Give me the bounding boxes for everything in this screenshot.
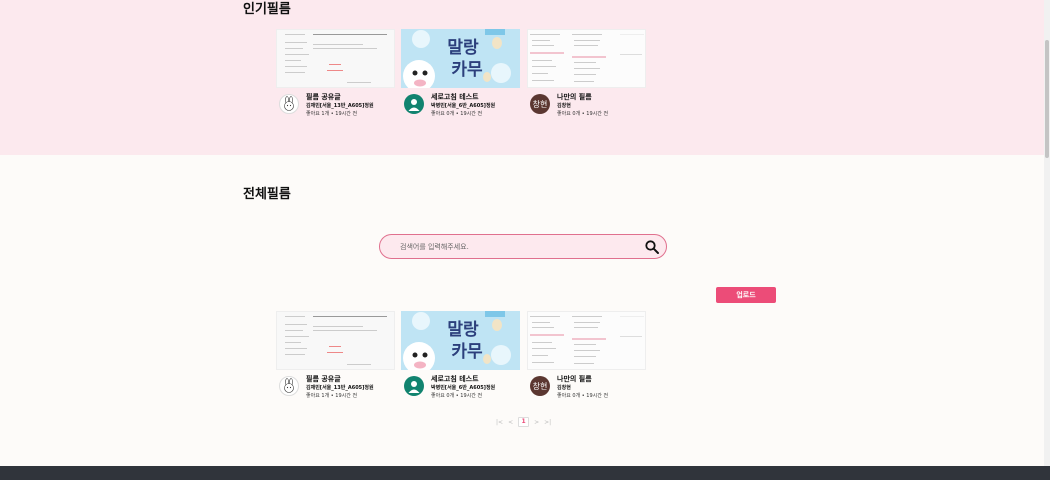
next-page-button[interactable]: > (534, 419, 539, 426)
card-author: 김창현 (557, 385, 571, 391)
card-thumbnail[interactable] (527, 311, 646, 370)
scrollbar-thumb[interactable] (1045, 40, 1049, 158)
all-title: 전체필름 (243, 187, 291, 202)
film-card[interactable]: 필름 공유글 김재민[서울_13반_A605]정원 좋아요 1개 • 19시간 … (276, 311, 395, 405)
film-card[interactable]: 말랑 카무 세로고침 테스트 박병민[서울_6반_A605]정원 좋아요 0개 … (401, 311, 520, 405)
film-card[interactable]: 창현 나만의 필름 김창현 좋아요 0개 • 19시간 전 (527, 311, 646, 405)
card-title[interactable]: 세로고침 테스트 (431, 92, 479, 102)
poster-image: 말랑 카무 (403, 29, 511, 88)
popular-section: 인기필름 필름 공유글 김재민[서울_13반_A605]정원 좋아요 1개 • … (0, 0, 1050, 155)
bunny-avatar-icon (279, 94, 299, 114)
poster-title-line1: 말랑 (447, 319, 479, 340)
poster-title-line1: 말랑 (447, 37, 479, 58)
card-thumbnail[interactable] (276, 29, 395, 88)
card-stats: 좋아요 1개 • 19시간 전 (306, 111, 358, 117)
user-avatar-icon (404, 94, 424, 114)
card-author: 박병민[서울_6반_A605]정원 (431, 103, 496, 109)
card-thumbnail[interactable]: 말랑 카무 (401, 311, 520, 370)
film-card[interactable]: 창현 나만의 필름 김창현 좋아요 0개 • 19시간 전 (527, 29, 646, 123)
pagination: |< < 1 > >| (496, 417, 551, 427)
last-page-button[interactable]: >| (544, 419, 551, 426)
scrollbar[interactable] (1044, 0, 1050, 466)
card-title[interactable]: 세로고침 테스트 (431, 374, 479, 384)
upload-button[interactable]: 업로드 (716, 287, 776, 303)
user-avatar: 창현 (530, 94, 550, 114)
card-author: 김창현 (557, 103, 571, 109)
card-author: 김재민[서울_13반_A605]정원 (306, 385, 374, 391)
search-box[interactable] (379, 234, 667, 259)
card-thumbnail[interactable]: 말랑 카무 (401, 29, 520, 88)
card-title[interactable]: 나만의 필름 (557, 92, 592, 102)
card-title[interactable]: 필름 공유글 (306, 374, 341, 384)
poster-title-line2: 카무 (451, 342, 483, 362)
poster-title-line2: 카무 (451, 60, 483, 80)
card-author: 박병민[서울_6반_A605]정원 (431, 385, 496, 391)
current-page[interactable]: 1 (518, 417, 530, 427)
bunny-avatar-icon (279, 376, 299, 396)
card-stats: 좋아요 0개 • 19시간 전 (431, 111, 483, 117)
search-input[interactable] (400, 241, 630, 253)
user-avatar: 창현 (530, 376, 550, 396)
card-title[interactable]: 필름 공유글 (306, 92, 341, 102)
first-page-button[interactable]: |< (496, 419, 503, 426)
card-author: 김재민[서울_13반_A605]정원 (306, 103, 374, 109)
poster-image: 말랑 카무 (403, 311, 511, 370)
card-thumbnail[interactable] (527, 29, 646, 88)
user-avatar-icon (404, 376, 424, 396)
card-thumbnail[interactable] (276, 311, 395, 370)
card-stats: 좋아요 0개 • 19시간 전 (557, 393, 609, 399)
film-card[interactable]: 말랑 카무 세로고침 테스트 박병민[서울_6반_A605]정원 좋아요 0개 … (401, 29, 520, 123)
card-title[interactable]: 나만의 필름 (557, 374, 592, 384)
card-stats: 좋아요 1개 • 19시간 전 (306, 393, 358, 399)
film-card[interactable]: 필름 공유글 김재민[서울_13반_A605]정원 좋아요 1개 • 19시간 … (276, 29, 395, 123)
footer (0, 466, 1050, 480)
popular-title: 인기필름 (243, 2, 291, 17)
prev-page-button[interactable]: < (508, 419, 513, 426)
card-stats: 좋아요 0개 • 19시간 전 (557, 111, 609, 117)
card-stats: 좋아요 0개 • 19시간 전 (431, 393, 483, 399)
search-icon[interactable] (644, 239, 660, 255)
